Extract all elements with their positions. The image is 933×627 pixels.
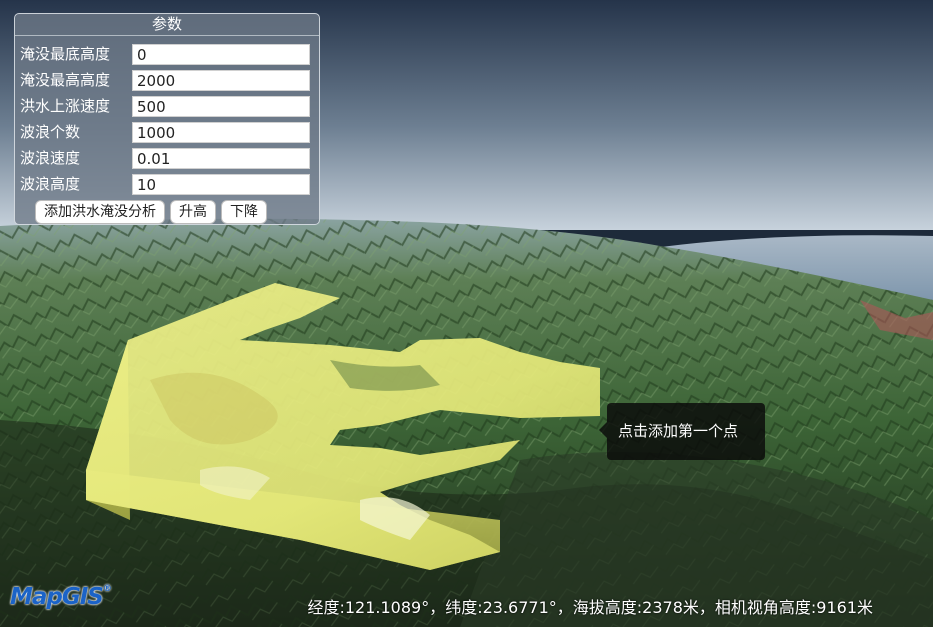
hint-tooltip: 点击添加第一个点 (607, 403, 765, 460)
wave-count-input[interactable] (132, 122, 310, 143)
max-height-label: 淹没最高高度 (20, 71, 111, 89)
param-row-wave-speed: 波浪速度 (15, 147, 321, 169)
tooltip-arrow (599, 422, 607, 438)
panel-buttons: 添加洪水淹没分析 升高 下降 (35, 200, 267, 224)
coordinate-status: 经度:121.1089°，纬度:23.6771°，海拔高度:2378米，相机视角… (307, 598, 873, 617)
min-height-input[interactable] (132, 44, 310, 65)
min-height-label: 淹没最底高度 (20, 45, 111, 63)
rise-speed-input[interactable] (132, 96, 310, 117)
lower-button[interactable]: 下降 (221, 200, 267, 224)
param-row-wave-height: 波浪高度 (15, 173, 321, 195)
param-row-min-height: 淹没最底高度 (15, 43, 321, 65)
param-row-wave-count: 波浪个数 (15, 121, 321, 143)
params-panel: 参数 淹没最底高度 淹没最高高度 洪水上涨速度 波浪个数 波浪速度 波浪高度 添… (14, 13, 320, 225)
logo-text: MapGIS (10, 584, 104, 610)
rise-speed-label: 洪水上涨速度 (20, 97, 111, 115)
mapgis-logo: MapGIS® (10, 584, 112, 610)
add-flood-analysis-button[interactable]: 添加洪水淹没分析 (35, 200, 165, 224)
param-row-rise-speed: 洪水上涨速度 (15, 95, 321, 117)
max-height-input[interactable] (132, 70, 310, 91)
logo-registered-mark: ® (102, 584, 112, 594)
wave-speed-input[interactable] (132, 148, 310, 169)
wave-height-label: 波浪高度 (20, 175, 81, 193)
wave-height-input[interactable] (132, 174, 310, 195)
param-row-max-height: 淹没最高高度 (15, 69, 321, 91)
wave-count-label: 波浪个数 (20, 123, 81, 141)
raise-button[interactable]: 升高 (170, 200, 216, 224)
panel-title: 参数 (15, 14, 319, 36)
wave-speed-label: 波浪速度 (20, 149, 81, 167)
